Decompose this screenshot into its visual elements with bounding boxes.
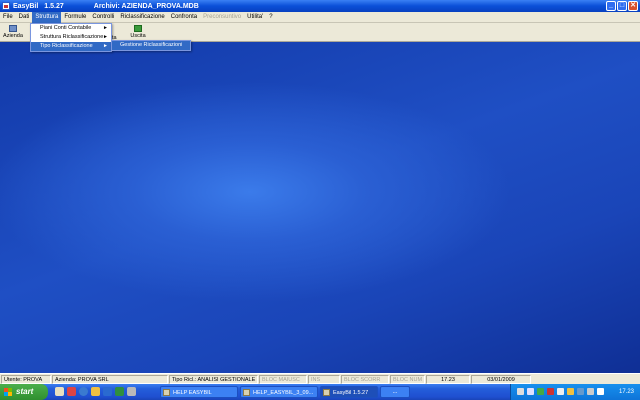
tray-update-icon[interactable] <box>567 388 574 395</box>
status-utente: Utente: PROVA <box>1 375 51 384</box>
azienda-icon <box>9 25 17 32</box>
document-icon <box>243 389 250 396</box>
menu-dati[interactable]: Dati <box>16 12 33 23</box>
minimize-button[interactable]: _ <box>606 1 616 11</box>
maximize-button[interactable]: □ <box>617 1 627 11</box>
menu-help[interactable]: ? <box>266 12 275 23</box>
menu-bar: File Dati Struttura Formule Controlli Ri… <box>0 11 640 23</box>
submenu-arrow-icon: ► <box>103 25 108 31</box>
menu-riclassificazione[interactable]: Riclassificazione <box>117 12 167 23</box>
submenu-arrow-icon: ► <box>103 43 108 49</box>
tray-antivirus-icon[interactable] <box>547 388 554 395</box>
archive-label: Archivi: AZIENDA_PROVA.MDB <box>93 2 199 10</box>
tipo-riclassificazione-submenu: Gestione Riclassificazioni <box>111 40 191 51</box>
tray-app-icon[interactable] <box>577 388 584 395</box>
task-help-easybil[interactable]: HELP EASYBIL <box>160 386 238 398</box>
quicklaunch-browser-icon[interactable] <box>79 387 88 396</box>
status-bloc-scorr: BLOC SCORR <box>341 375 389 384</box>
status-tipo-ricl: Tipo Ricl.: ANALISI GESTIONALE <box>169 375 258 384</box>
menu-utilita[interactable]: Utilita' <box>244 12 266 23</box>
taskbar-more-button[interactable]: ... <box>380 386 410 398</box>
close-button[interactable]: ✕ <box>628 1 638 11</box>
tray-network-icon[interactable] <box>517 388 524 395</box>
window-controls: _ □ ✕ <box>606 1 638 11</box>
quicklaunch-word-icon[interactable] <box>103 387 112 396</box>
status-azienda: Azienda: PROVA SRL <box>52 375 168 384</box>
quicklaunch-desktop-icon[interactable] <box>55 387 64 396</box>
menu-item-struttura-riclassificazione[interactable]: Struttura Riclassificazione ► <box>31 33 111 42</box>
tray-security-icon[interactable] <box>537 388 544 395</box>
help-file-icon <box>163 389 170 396</box>
tray-speaker-icon[interactable] <box>587 388 594 395</box>
menu-formule[interactable]: Formule <box>61 12 89 23</box>
status-ins: INS <box>308 375 340 384</box>
status-bloc-maiusc: BLOC MAIUSC <box>259 375 307 384</box>
uscita-label: Uscita <box>130 33 146 39</box>
menu-item-piani-conti[interactable]: Piani Conti Contabile ► <box>31 24 111 33</box>
task-help-easybil-doc[interactable]: HELP_EASYBIL_3_09... <box>240 386 318 398</box>
start-button[interactable]: start <box>0 384 48 400</box>
status-bar: Utente: PROVA Azienda: PROVA SRL Tipo Ri… <box>0 373 640 384</box>
quicklaunch-app-icon[interactable] <box>127 387 136 396</box>
windows-flag-icon <box>4 388 12 396</box>
exit-icon <box>134 25 142 32</box>
task-easybil[interactable]: EasyBil 1.5.27 <box>320 386 378 398</box>
app-workspace <box>0 42 640 373</box>
system-tray: 17.23 <box>510 384 640 400</box>
app-icon <box>323 389 330 396</box>
title-bar: EasyBil 1.5.27 Archivi: AZIENDA_PROVA.MD… <box>0 0 640 12</box>
menu-struttura[interactable]: Struttura <box>32 11 62 23</box>
struttura-dropdown: Piani Conti Contabile ► Struttura Riclas… <box>30 23 112 52</box>
app-version: 1.5.27 <box>44 2 64 10</box>
azienda-label: Azienda <box>3 33 23 39</box>
app-name: EasyBil <box>13 2 39 10</box>
status-date: 03/01/2009 <box>471 375 531 384</box>
taskbar-clock[interactable]: 17.23 <box>619 384 634 400</box>
menu-controlli[interactable]: Controlli <box>89 12 117 23</box>
menu-item-tipo-riclassificazione[interactable]: Tipo Riclassificazione ► <box>31 42 111 51</box>
quicklaunch-media-icon[interactable] <box>67 387 76 396</box>
tray-info-icon[interactable] <box>597 388 604 395</box>
taskbar: start HELP EASYBIL HELP_EASYBIL_3_09... … <box>0 384 640 400</box>
tray-monitor-icon[interactable] <box>527 388 534 395</box>
quicklaunch-excel-icon[interactable] <box>115 387 124 396</box>
tray-volume-icon[interactable] <box>557 388 564 395</box>
start-label: start <box>16 387 34 396</box>
menu-file[interactable]: File <box>0 12 16 23</box>
menu-confronta[interactable]: Confronta <box>168 12 200 23</box>
menu-item-gestione-riclassificazioni[interactable]: Gestione Riclassificazioni <box>112 41 190 50</box>
menu-preconsuntivo: Preconsuntivo <box>203 13 242 20</box>
status-time: 17.23 <box>426 375 470 384</box>
azienda-button[interactable]: Azienda <box>2 24 24 41</box>
quicklaunch-folder-icon[interactable] <box>91 387 100 396</box>
app-icon[interactable] <box>2 2 10 10</box>
uscita-button[interactable]: Uscita <box>127 24 149 41</box>
submenu-arrow-icon: ► <box>103 34 108 40</box>
status-bloc-num: BLOC NUM <box>390 375 425 384</box>
